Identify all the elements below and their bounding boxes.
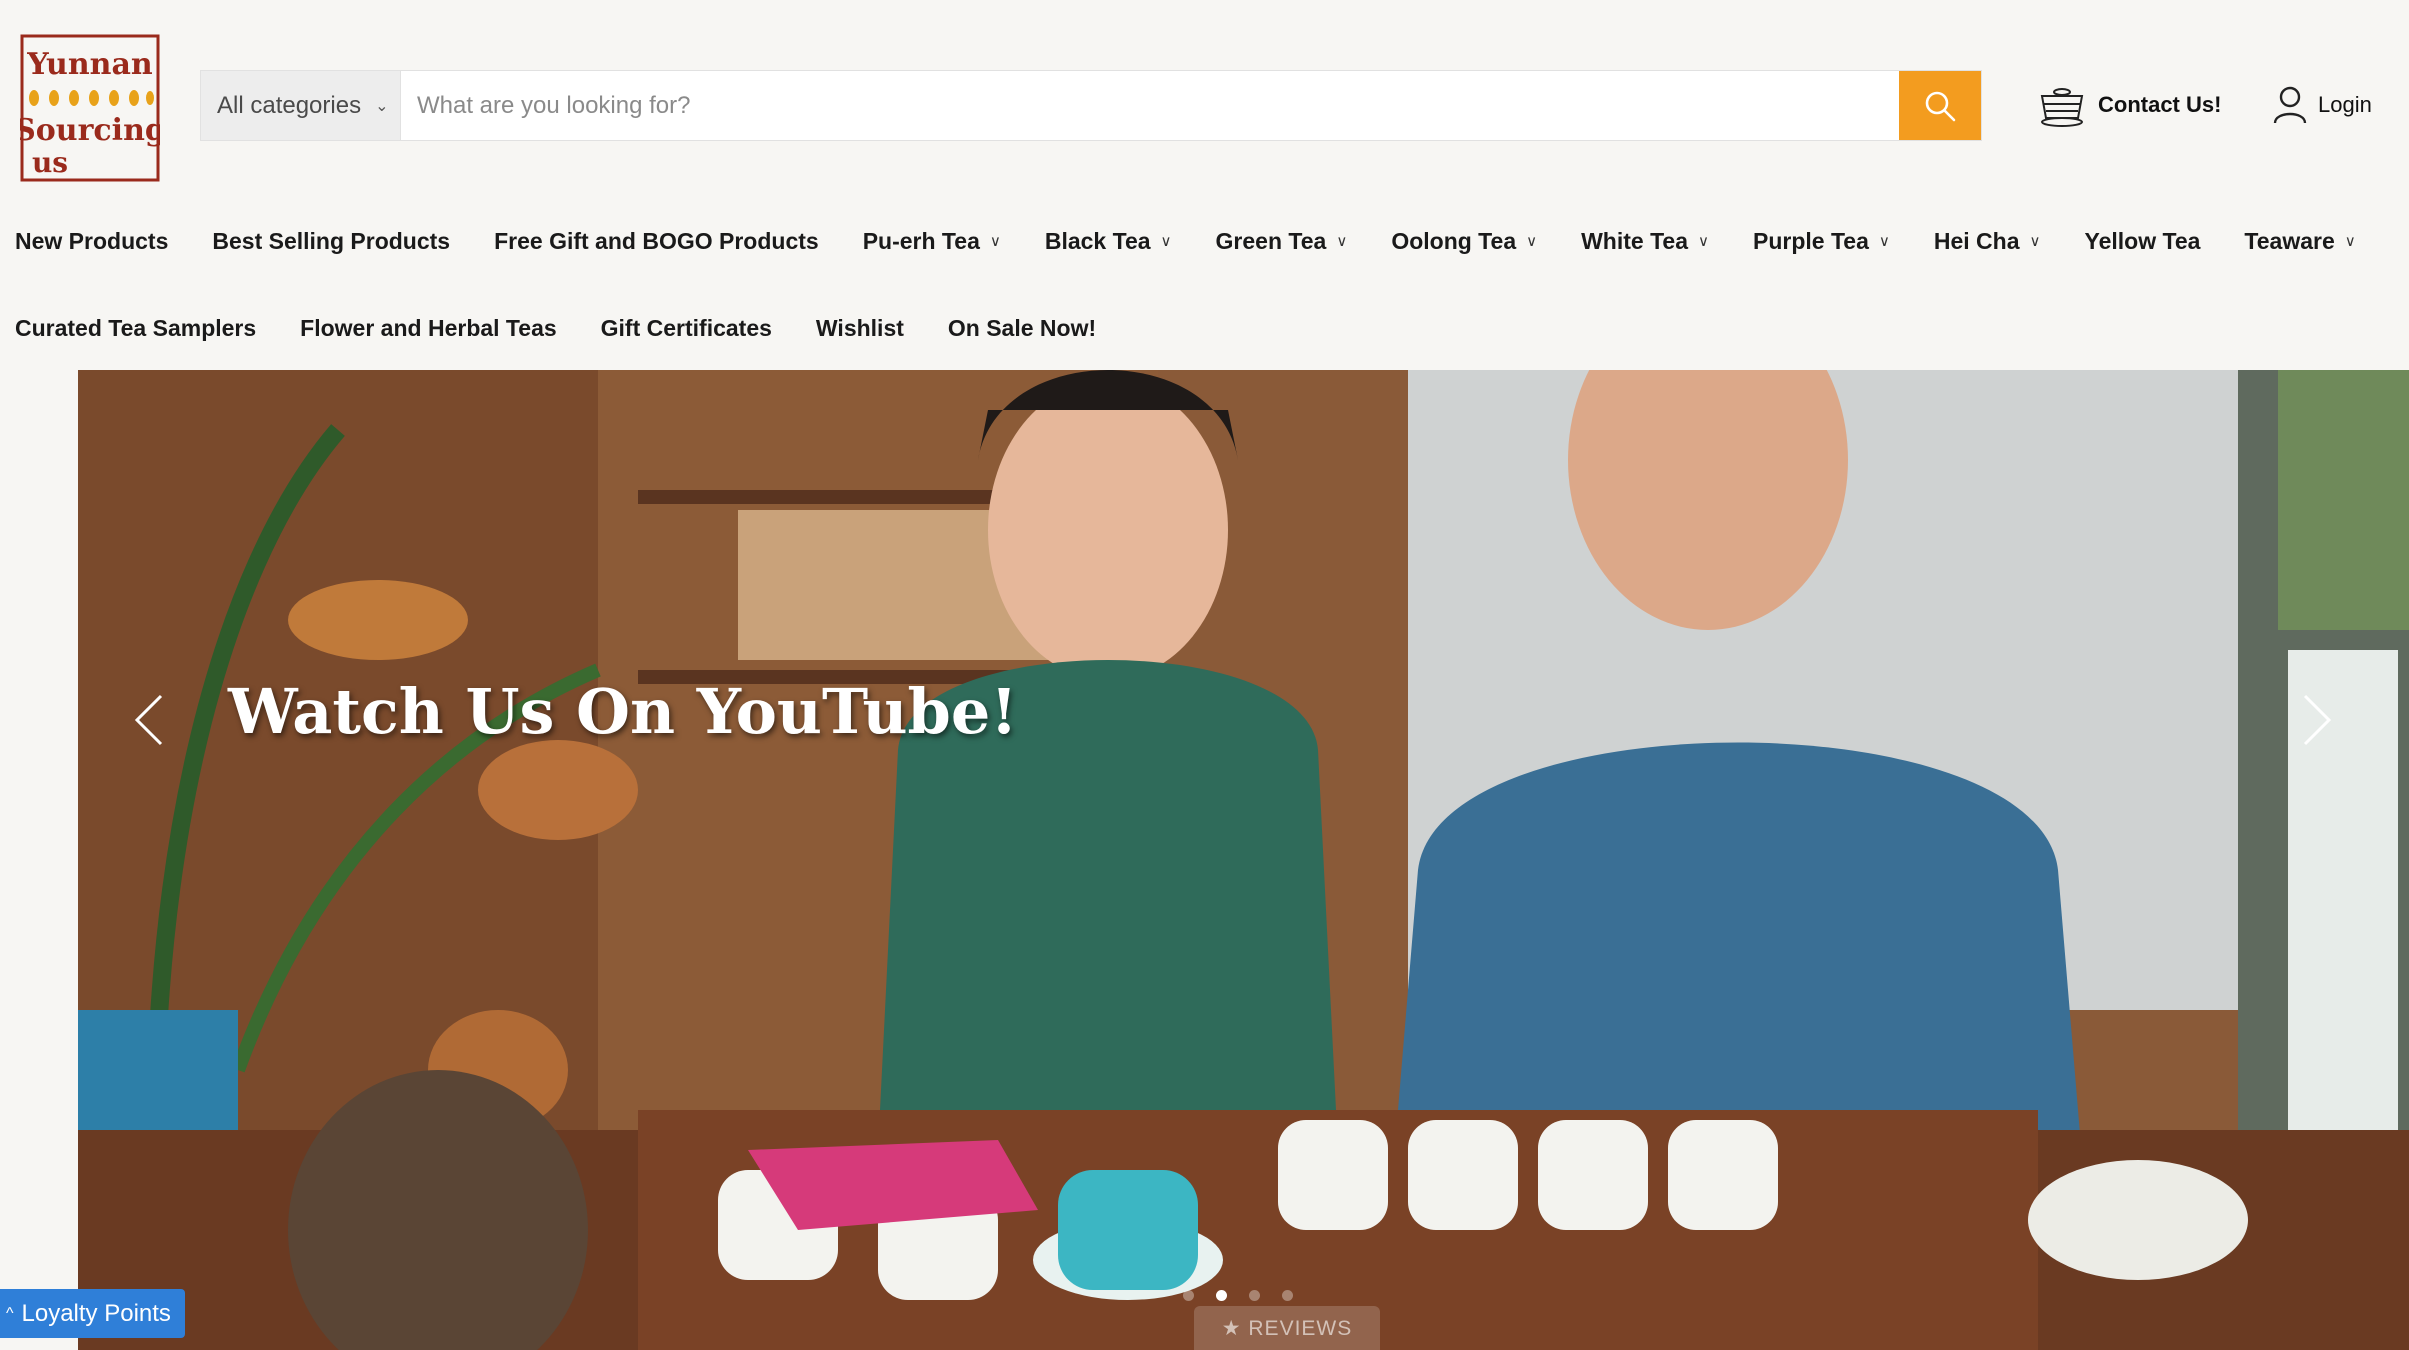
teapot-icon [2040,88,2084,127]
nav-item-new-products[interactable]: New Products [15,228,168,255]
nav-item-pu-erh-tea[interactable]: Pu-erh Tea ∨ [863,228,1001,255]
nav-item-oolong-tea[interactable]: Oolong Tea ∨ [1391,228,1537,255]
nav-item-label: Purple Tea [1753,227,1869,254]
nav-item-hei-cha[interactable]: Hei Cha ∨ [1934,228,2041,255]
nav-item-teaware[interactable]: Teaware ∨ [2244,228,2355,255]
login-link[interactable]: Login [2272,80,2372,130]
slide-dot[interactable] [1249,1290,1260,1301]
nav-item-purple-tea[interactable]: Purple Tea ∨ [1753,228,1890,255]
nav-item-label: Gift Certificates [600,314,772,341]
nav-item-free-gift-and-bogo-products[interactable]: Free Gift and BOGO Products [494,228,819,255]
nav-item-flower-and-herbal-teas[interactable]: Flower and Herbal Teas [300,315,556,342]
slide-dot[interactable] [1282,1290,1293,1301]
site-header: Yunnan Sourcing us All categories ⌄ What… [0,0,2409,182]
chevron-down-icon: ⌄ [375,97,389,115]
login-label: Login [2318,92,2372,117]
logo-image: Yunnan Sourcing us [20,34,160,182]
nav-row-secondary: Curated Tea Samplers Flower and Herbal Te… [0,292,1125,364]
logo-line1: Yunnan [26,47,153,82]
slide-dot[interactable] [1216,1290,1227,1301]
chevron-down-icon: ∨ [1336,233,1348,250]
hero-title: Watch Us On YouTube! [228,675,1018,748]
category-select[interactable]: All categories ⌄ [201,71,401,140]
nav-item-label: Hei Cha [1933,227,2020,254]
nav-item-label: Black Tea [1044,227,1151,254]
nav-item-label: Free Gift and BOGO Products [494,227,819,254]
logo-line3: us [32,146,68,179]
reviews-tab[interactable]: ★ REVIEWS [1194,1306,1380,1350]
chevron-left-icon [134,694,163,746]
chevron-down-icon: ∨ [2029,233,2041,250]
slide-dot[interactable] [1183,1290,1194,1301]
nav-item-label: Pu-erh Tea [862,227,980,254]
nav-item-label: Flower and Herbal Teas [300,314,557,341]
loyalty-points-button[interactable]: ^ Loyalty Points [0,1289,185,1338]
nav-item-curated-tea-samplers[interactable]: Curated Tea Samplers [15,315,256,342]
chevron-down-icon: ∨ [1878,233,1890,250]
chevron-down-icon: ∨ [2344,233,2356,250]
nav-item-label: Yellow Tea [2084,227,2201,254]
slide-dots [1183,1290,1293,1301]
chevron-down-icon: ∨ [1160,233,1172,250]
nav-item-black-tea[interactable]: Black Tea ∨ [1045,228,1172,255]
nav-item-label: White Tea [1581,227,1689,254]
nav-item-label: Oolong Tea [1391,227,1517,254]
search-icon [1925,91,1956,121]
nav-item-label: Teaware [2244,227,2335,254]
chevron-down-icon: ∨ [989,233,1001,250]
search-button[interactable] [1899,71,1981,140]
nav-item-label: Green Tea [1215,227,1327,254]
slide-prev-button[interactable] [118,680,178,760]
search-bar: All categories ⌄ [200,70,1982,141]
nav-item-yellow-tea[interactable]: Yellow Tea [2085,228,2201,255]
user-icon [2273,86,2307,124]
slide-next-button[interactable] [2288,680,2348,760]
nav-item-green-tea[interactable]: Green Tea ∨ [1216,228,1348,255]
loyalty-points-label: Loyalty Points [21,1299,171,1327]
logo-leaf-row [29,90,154,106]
category-select-label: All categories [217,91,362,119]
nav-item-on-sale-now[interactable]: On Sale Now! [948,315,1096,342]
contact-us-label: Contact Us! [2098,92,2222,117]
nav-item-label: Curated Tea Samplers [15,314,257,341]
nav-item-best-selling-products[interactable]: Best Selling Products [212,228,450,255]
logo-line2: Sourcing [20,113,160,148]
nav-item-label: On Sale Now! [947,314,1097,341]
search-input[interactable] [401,71,1899,140]
site-logo[interactable]: Yunnan Sourcing us [20,34,160,182]
contact-us-link[interactable]: Contact Us! [2036,80,2221,130]
chevron-up-icon: ^ [6,1304,14,1322]
nav-item-wishlist[interactable]: Wishlist [816,315,904,342]
nav-item-gift-certificates[interactable]: Gift Certificates [601,315,772,342]
nav-item-label: Best Selling Products [212,227,451,254]
nav-item-label: Wishlist [815,314,904,341]
nav-item-white-tea[interactable]: White Tea ∨ [1581,228,1709,255]
hero-slideshow: Watch Us On YouTube! ★ REVIEWS [78,370,2409,1350]
chevron-down-icon: ∨ [1526,233,1538,250]
chevron-right-icon [2303,694,2332,746]
chevron-down-icon: ∨ [1698,233,1709,250]
nav-row-primary: New Products Best Selling Products Free Gi… [0,205,2385,277]
hero-image [78,370,2409,1350]
nav-item-label: New Products [15,227,169,254]
